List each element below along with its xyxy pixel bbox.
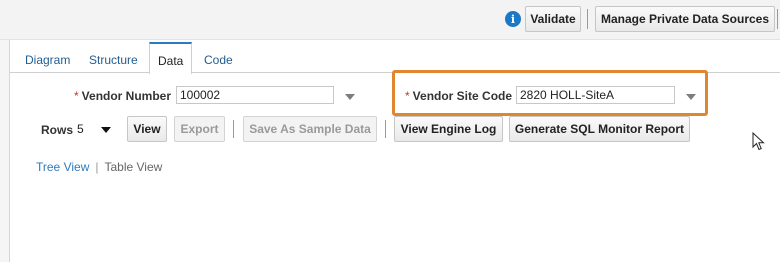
tab-structure[interactable]: Structure [89, 53, 138, 67]
required-marker: * [405, 89, 410, 103]
required-marker: * [74, 89, 79, 103]
vendor-number-label-text: Vendor Number [81, 89, 172, 103]
view-separator: | [95, 160, 99, 174]
toolbar-separator [777, 9, 778, 29]
export-button[interactable]: Export [174, 116, 225, 142]
view-engine-log-button[interactable]: View Engine Log [394, 116, 503, 142]
generate-sql-monitor-report-button[interactable]: Generate SQL Monitor Report [509, 116, 690, 142]
mouse-cursor-icon [752, 132, 765, 151]
tab-bar: Diagram Structure Data Code [10, 40, 780, 74]
action-separator [233, 120, 234, 138]
top-toolbar: i Validate Manage Private Data Sources [0, 0, 780, 40]
view-button[interactable]: View [127, 116, 167, 142]
action-separator [385, 120, 386, 138]
vendor-site-code-input[interactable]: 2820 HOLL-SiteA [516, 86, 675, 104]
tab-diagram[interactable]: Diagram [25, 53, 70, 67]
vendor-site-code-dropdown-icon[interactable] [686, 94, 696, 100]
tab-code[interactable]: Code [204, 53, 233, 67]
chevron-down-icon [101, 127, 111, 133]
rows-label: Rows [41, 123, 74, 137]
rows-select[interactable]: 5 [74, 119, 116, 141]
info-icon[interactable]: i [505, 11, 521, 27]
manage-private-data-sources-button[interactable]: Manage Private Data Sources [595, 6, 775, 32]
left-panel-edge [0, 40, 10, 262]
vendor-number-input[interactable]: 100002 [176, 86, 334, 104]
validate-button[interactable]: Validate [525, 6, 581, 32]
rows-select-value: 5 [77, 122, 84, 136]
vendor-site-code-label-text: Vendor Site Code [412, 89, 513, 103]
tab-data[interactable]: Data [149, 42, 193, 74]
save-as-sample-data-button[interactable]: Save As Sample Data [243, 116, 377, 142]
table-view-link[interactable]: Table View [104, 160, 162, 174]
toolbar-separator [587, 9, 588, 29]
vendor-site-code-label: * Vendor Site Code [405, 89, 512, 103]
vendor-number-label: * Vendor Number [74, 89, 171, 103]
tree-view-link[interactable]: Tree View [36, 160, 89, 174]
vendor-number-dropdown-icon[interactable] [345, 94, 355, 100]
view-switcher: Tree View | Table View [36, 160, 162, 174]
